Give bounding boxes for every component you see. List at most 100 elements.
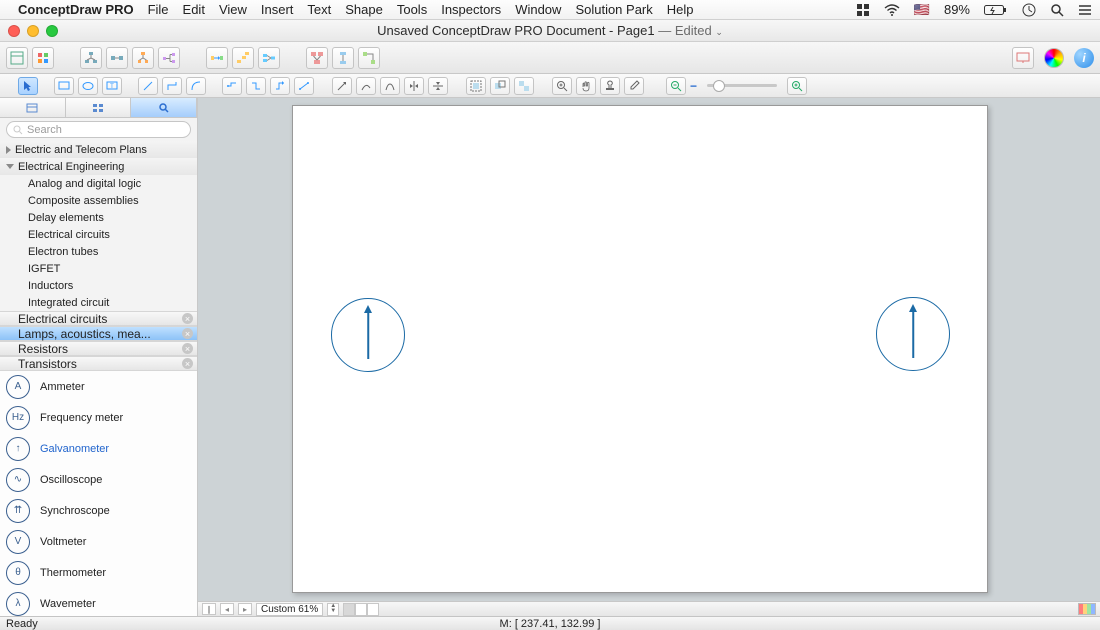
tree-group-electrical-eng[interactable]: Electrical Engineering [0,158,197,175]
tool-flip-h[interactable] [404,77,424,95]
menu-window[interactable]: Window [515,2,561,17]
canvas-shape-galvanometer[interactable] [331,298,405,372]
sidebar-tab-libs[interactable] [0,98,66,117]
tool-conn3[interactable] [270,77,290,95]
tool-pointer[interactable] [18,77,38,95]
tool-org[interactable] [132,47,154,69]
tool-group1[interactable] [466,77,486,95]
category-lamps-acoustics[interactable]: Lamps, acoustics, mea...× [0,326,197,341]
tree-item[interactable]: Inductors [0,277,197,294]
wifi-icon[interactable] [884,4,900,16]
tree-item[interactable]: Integrated circuit [0,294,197,311]
menu-edit[interactable]: Edit [183,2,205,17]
tree-item[interactable]: IGFET [0,260,197,277]
info-icon[interactable]: i [1074,48,1094,68]
menu-extra-icon[interactable] [1078,4,1092,16]
page-next[interactable]: ▸ [238,603,252,615]
tool-group3[interactable] [514,77,534,95]
tool-steps[interactable] [232,47,254,69]
tree-item[interactable]: Composite assemblies [0,192,197,209]
spotlight-icon[interactable] [1050,3,1064,17]
search-input[interactable]: Search [6,121,191,138]
close-icon[interactable]: × [182,358,193,369]
menu-insert[interactable]: Insert [261,2,294,17]
tool-connector-arc[interactable] [186,77,206,95]
zoom-stepper[interactable]: ▲▼ [327,603,339,616]
tool-rect[interactable] [54,77,74,95]
window-zoom[interactable] [46,25,58,37]
battery-icon[interactable] [984,4,1008,16]
shape-galvanometer[interactable]: ↑Galvanometer [0,433,197,464]
menu-help[interactable]: Help [667,2,694,17]
tool-hand[interactable] [576,77,596,95]
zoom-out-button[interactable] [666,77,686,95]
shape-synchroscope[interactable]: ⇈Synchroscope [0,495,197,526]
app-name[interactable]: ConceptDraw PRO [18,2,134,17]
tree-item[interactable]: Electron tubes [0,243,197,260]
close-icon[interactable]: × [182,313,193,324]
tool-line[interactable] [138,77,158,95]
sidebar-tab-grid[interactable] [66,98,132,117]
shape-oscilloscope[interactable]: ∿Oscilloscope [0,464,197,495]
presentation-button[interactable] [1012,47,1034,69]
zoom-slider[interactable] [707,84,777,87]
zoom-in-button[interactable] [787,77,807,95]
tool-hier[interactable] [158,47,180,69]
page-prev[interactable]: ◂ [220,603,234,615]
tool-conn1[interactable] [222,77,242,95]
tool-tree[interactable] [80,47,102,69]
page-handle[interactable]: ∥ [202,603,216,615]
menu-inspectors[interactable]: Inspectors [441,2,501,17]
zoom-readout[interactable]: Custom 61% [256,603,323,616]
flag-icon[interactable]: 🇺🇸 [914,2,930,18]
menu-view[interactable]: View [219,2,247,17]
color-wheel[interactable] [1044,48,1064,68]
tool-library[interactable] [6,47,28,69]
window-close[interactable] [8,25,20,37]
shape-ammeter[interactable]: AAmmeter [0,371,197,402]
grid-icon[interactable] [856,3,870,17]
shape-frequency-meter[interactable]: HzFrequency meter [0,402,197,433]
tree-group-electric-telecom[interactable]: Electric and Telecom Plans [0,141,197,158]
window-minimize[interactable] [27,25,39,37]
tool-diagram1[interactable] [306,47,328,69]
color-strip-icon[interactable] [1078,603,1096,615]
tool-arrow[interactable] [332,77,352,95]
tool-flow[interactable] [206,47,228,69]
shape-voltmeter[interactable]: VVoltmeter [0,526,197,557]
canvas-shape-galvanometer[interactable] [876,297,950,371]
drawing-page[interactable] [292,105,988,593]
tool-bezier[interactable] [380,77,400,95]
shape-wavemeter[interactable]: λWavemeter [0,588,197,616]
tool-eyedrop[interactable] [624,77,644,95]
tool-text[interactable]: T [102,77,122,95]
tool-diagram3[interactable] [358,47,380,69]
tool-conn2[interactable] [246,77,266,95]
canvas[interactable]: ∥ ◂ ▸ Custom 61% ▲▼ [198,98,1100,616]
shape-thermometer[interactable]: θThermometer [0,557,197,588]
tree-item[interactable]: Analog and digital logic [0,175,197,192]
tool-ellipse[interactable] [78,77,98,95]
tool-connector-l[interactable] [162,77,182,95]
tree-item[interactable]: Electrical circuits [0,226,197,243]
tool-diagram2[interactable] [332,47,354,69]
menu-tools[interactable]: Tools [397,2,427,17]
tool-chain[interactable] [106,47,128,69]
tool-flip-v[interactable] [428,77,448,95]
sidebar-tab-search[interactable] [131,98,197,117]
menu-text[interactable]: Text [307,2,331,17]
tool-conn4[interactable] [294,77,314,95]
menu-solution-park[interactable]: Solution Park [575,2,652,17]
tool-group2[interactable] [490,77,510,95]
page-tabs[interactable] [343,603,379,616]
tool-curve[interactable] [356,77,376,95]
clock-icon[interactable] [1022,3,1036,17]
category-transistors[interactable]: Transistors× [0,356,197,371]
category-resistors[interactable]: Resistors× [0,341,197,356]
category-electrical-circuits[interactable]: Electrical circuits× [0,311,197,326]
tool-stamp[interactable] [600,77,620,95]
menu-shape[interactable]: Shape [345,2,383,17]
tool-process[interactable] [258,47,280,69]
tool-swatches[interactable] [32,47,54,69]
close-icon[interactable]: × [182,343,193,354]
